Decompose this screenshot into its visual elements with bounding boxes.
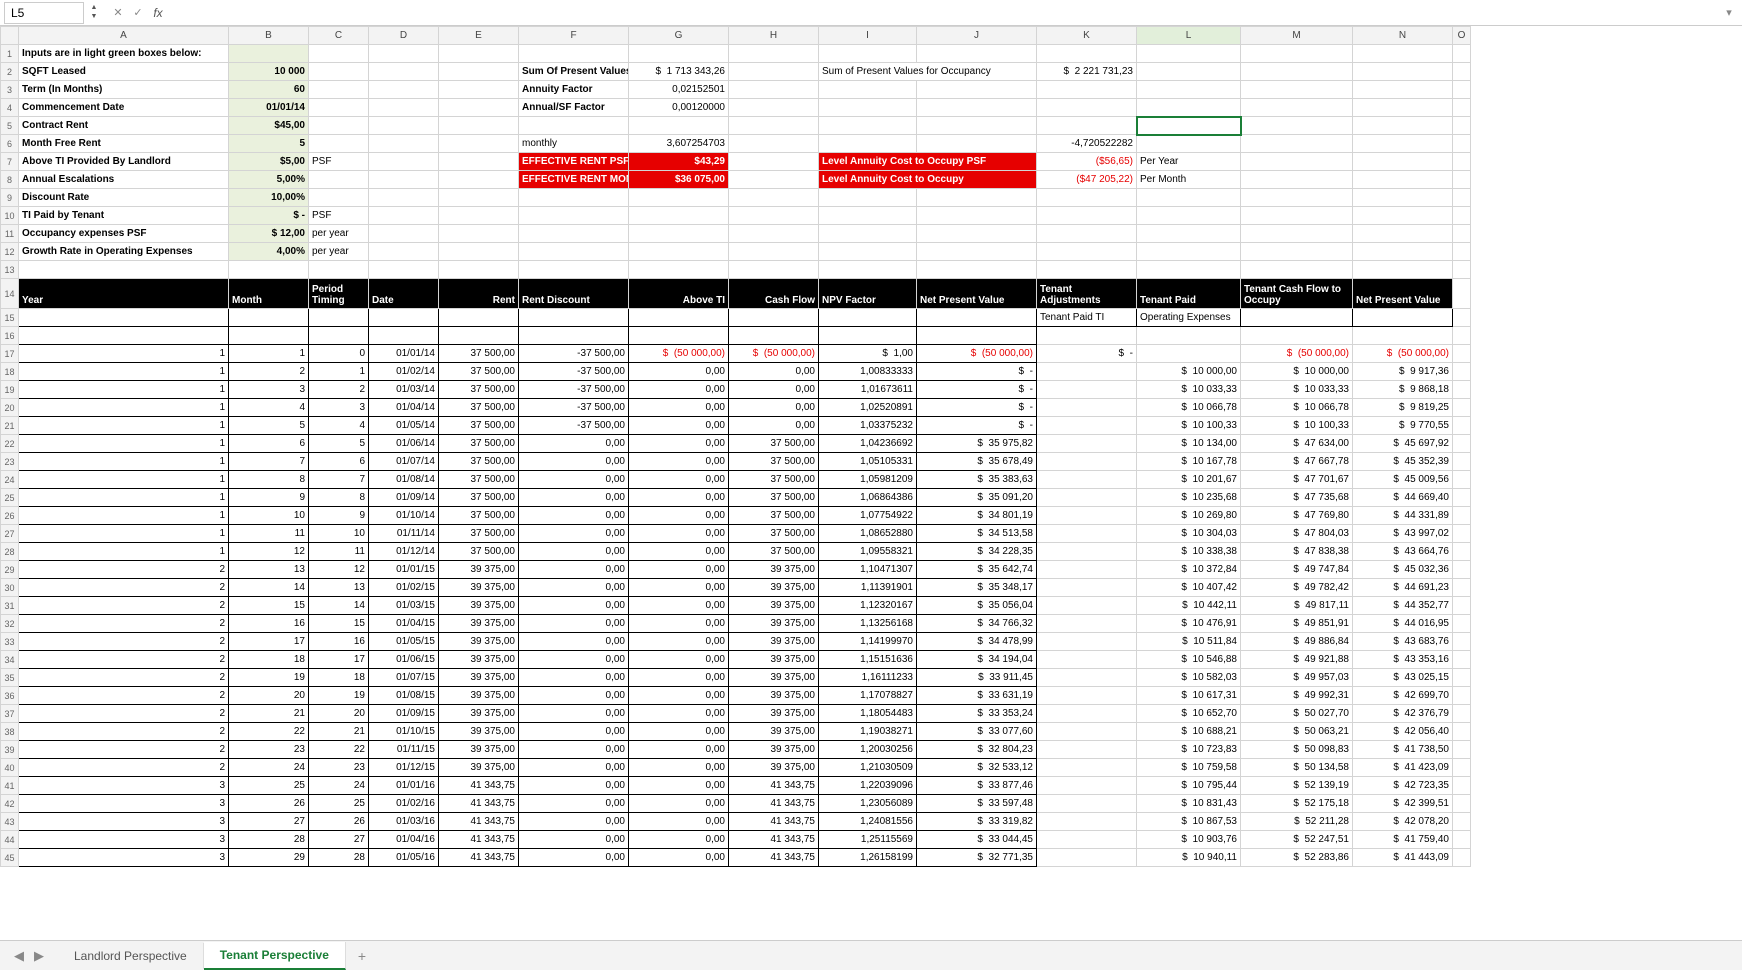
table-row: 35 2 19 18 01/07/15 39 375,00 0,00 0,00 … bbox=[1, 669, 1471, 687]
table-row: 45 3 29 28 01/05/16 41 343,75 0,00 0,00 … bbox=[1, 849, 1471, 867]
confirm-icon[interactable]: ✓ bbox=[128, 3, 148, 23]
table-row: 30 2 14 13 01/02/15 39 375,00 0,00 0,00 … bbox=[1, 579, 1471, 597]
table-row: 44 3 28 27 01/04/16 41 343,75 0,00 0,00 … bbox=[1, 831, 1471, 849]
formula-expand-icon[interactable]: ▾ bbox=[1720, 4, 1738, 22]
table-row: 29 2 13 12 01/01/15 39 375,00 0,00 0,00 … bbox=[1, 561, 1471, 579]
table-row: 25 1 9 8 01/09/14 37 500,00 0,00 0,00 37… bbox=[1, 489, 1471, 507]
table-row: 28 1 12 11 01/12/14 37 500,00 0,00 0,00 … bbox=[1, 543, 1471, 561]
table-row: 26 1 10 9 01/10/14 37 500,00 0,00 0,00 3… bbox=[1, 507, 1471, 525]
fx-icon[interactable]: fx bbox=[148, 3, 168, 23]
col-M[interactable]: M bbox=[1241, 27, 1353, 45]
sheet-tabs-bar: ◀ ▶ Landlord Perspective Tenant Perspect… bbox=[0, 940, 1742, 970]
formula-bar: L5 ▲ ▼ ✕ ✓ fx ▾ bbox=[0, 0, 1742, 26]
selected-cell[interactable] bbox=[1137, 117, 1241, 135]
col-K[interactable]: K bbox=[1037, 27, 1137, 45]
tab-prev-icon[interactable]: ◀ bbox=[14, 948, 24, 964]
table-row: 33 2 17 16 01/05/15 39 375,00 0,00 0,00 … bbox=[1, 633, 1471, 651]
col-O[interactable]: O bbox=[1453, 27, 1471, 45]
table-row: 36 2 20 19 01/08/15 39 375,00 0,00 0,00 … bbox=[1, 687, 1471, 705]
stepper-down-icon[interactable]: ▼ bbox=[88, 13, 100, 22]
table-row: 41 3 25 24 01/01/16 41 343,75 0,00 0,00 … bbox=[1, 777, 1471, 795]
table-row: 17 1 1 0 01/01/14 37 500,00 -37 500,00 $… bbox=[1, 345, 1471, 363]
row-1[interactable]: 1 bbox=[1, 45, 19, 63]
name-box[interactable]: L5 bbox=[4, 2, 84, 24]
table-row: 34 2 18 17 01/06/15 39 375,00 0,00 0,00 … bbox=[1, 651, 1471, 669]
table-row: 37 2 21 20 01/09/15 39 375,00 0,00 0,00 … bbox=[1, 705, 1471, 723]
cancel-icon[interactable]: ✕ bbox=[108, 3, 128, 23]
select-all-corner[interactable] bbox=[1, 27, 19, 45]
table-row: 20 1 4 3 01/04/14 37 500,00 -37 500,00 0… bbox=[1, 399, 1471, 417]
table-row: 32 2 16 15 01/04/15 39 375,00 0,00 0,00 … bbox=[1, 615, 1471, 633]
col-A[interactable]: A bbox=[19, 27, 229, 45]
cell[interactable]: Inputs are in light green boxes below: bbox=[19, 45, 229, 63]
table-row: 31 2 15 14 01/03/15 39 375,00 0,00 0,00 … bbox=[1, 597, 1471, 615]
formula-input[interactable] bbox=[168, 2, 1720, 24]
col-D[interactable]: D bbox=[369, 27, 439, 45]
col-F[interactable]: F bbox=[519, 27, 629, 45]
table-row: 24 1 8 7 01/08/14 37 500,00 0,00 0,00 37… bbox=[1, 471, 1471, 489]
sheet-tab-tenant[interactable]: Tenant Perspective bbox=[204, 942, 346, 970]
name-box-stepper[interactable]: ▲ ▼ bbox=[88, 4, 100, 22]
table-row: 27 1 11 10 01/11/14 37 500,00 0,00 0,00 … bbox=[1, 525, 1471, 543]
stepper-up-icon[interactable]: ▲ bbox=[88, 4, 100, 13]
sheet-tab-landlord[interactable]: Landlord Perspective bbox=[58, 943, 204, 969]
table-row: 23 1 7 6 01/07/14 37 500,00 0,00 0,00 37… bbox=[1, 453, 1471, 471]
col-G[interactable]: G bbox=[629, 27, 729, 45]
col-N[interactable]: N bbox=[1353, 27, 1453, 45]
table-row: 38 2 22 21 01/10/15 39 375,00 0,00 0,00 … bbox=[1, 723, 1471, 741]
col-C[interactable]: C bbox=[309, 27, 369, 45]
column-headers: A B C D E F G H I J K L M N O bbox=[1, 27, 1471, 45]
col-L[interactable]: L bbox=[1137, 27, 1241, 45]
spreadsheet-grid[interactable]: A B C D E F G H I J K L M N O 1Inputs ar… bbox=[0, 26, 1742, 940]
table-row: 22 1 6 5 01/06/14 37 500,00 0,00 0,00 37… bbox=[1, 435, 1471, 453]
table-row: 43 3 27 26 01/03/16 41 343,75 0,00 0,00 … bbox=[1, 813, 1471, 831]
col-B[interactable]: B bbox=[229, 27, 309, 45]
table-row: 21 1 5 4 01/05/14 37 500,00 -37 500,00 0… bbox=[1, 417, 1471, 435]
add-sheet-button[interactable]: + bbox=[346, 942, 378, 970]
table-row: 18 1 2 1 01/02/14 37 500,00 -37 500,00 0… bbox=[1, 363, 1471, 381]
table-row: 39 2 23 22 01/11/15 39 375,00 0,00 0,00 … bbox=[1, 741, 1471, 759]
col-J[interactable]: J bbox=[917, 27, 1037, 45]
col-H[interactable]: H bbox=[729, 27, 819, 45]
table-row: 40 2 24 23 01/12/15 39 375,00 0,00 0,00 … bbox=[1, 759, 1471, 777]
col-I[interactable]: I bbox=[819, 27, 917, 45]
tab-next-icon[interactable]: ▶ bbox=[34, 948, 44, 964]
table-row: 42 3 26 25 01/02/16 41 343,75 0,00 0,00 … bbox=[1, 795, 1471, 813]
table-row: 19 1 3 2 01/03/14 37 500,00 -37 500,00 0… bbox=[1, 381, 1471, 399]
col-E[interactable]: E bbox=[439, 27, 519, 45]
